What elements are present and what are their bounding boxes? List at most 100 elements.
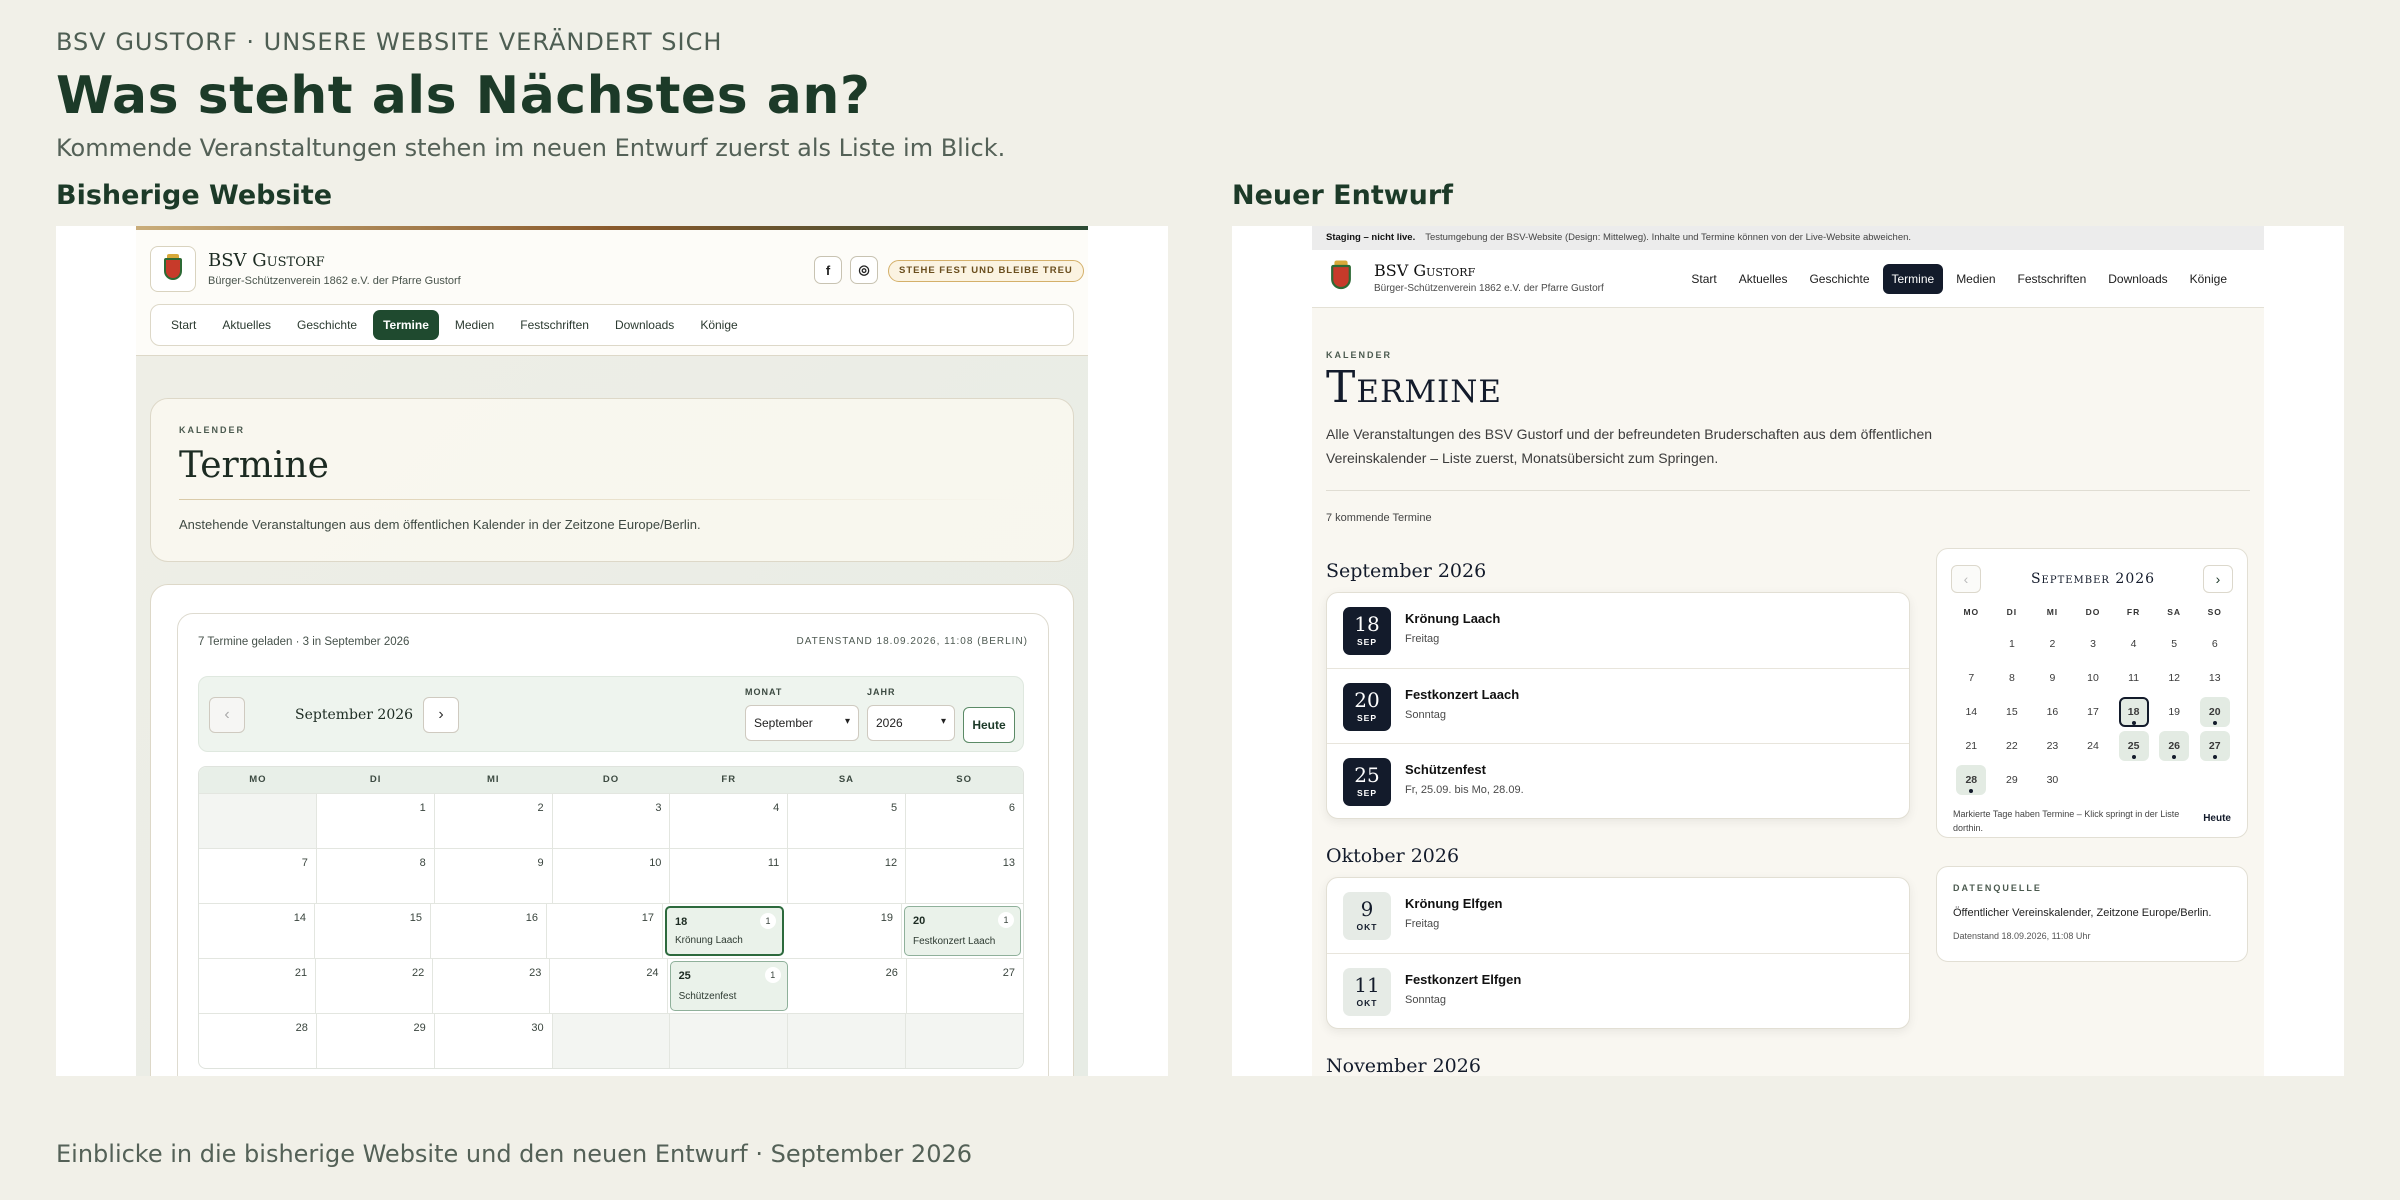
- weekday-label: SO: [956, 774, 973, 785]
- nav-item-medien[interactable]: Medien: [445, 310, 504, 340]
- old-data-stand: DATENSTAND 18.09.2026, 11:08 (BERLIN): [796, 636, 1028, 647]
- mini-day-cell: [2194, 765, 2235, 799]
- facebook-icon[interactable]: f: [814, 256, 842, 284]
- instagram-icon[interactable]: ◎: [850, 256, 878, 284]
- calendar-day[interactable]: 26: [790, 959, 907, 1013]
- nav-item-geschichte[interactable]: Geschichte: [1800, 264, 1878, 294]
- mini-event-day[interactable]: 18: [2118, 697, 2149, 727]
- old-brand-name[interactable]: BSV Gustorf: [208, 250, 325, 271]
- nav-item-festschriften[interactable]: Festschriften: [510, 310, 599, 340]
- year-select[interactable]: 2026 ▾: [867, 705, 955, 741]
- calendar-day[interactable]: 2: [435, 794, 553, 848]
- nav-item-geschichte[interactable]: Geschichte: [287, 310, 367, 340]
- calendar-day[interactable]: 30: [435, 1014, 553, 1068]
- event-list-item[interactable]: 11 OKT Festkonzert Elfgen Sonntag: [1327, 953, 1909, 1028]
- event-title[interactable]: Festkonzert Laach: [913, 936, 995, 947]
- date-month: SEP: [1356, 713, 1377, 723]
- year-field-label: JAHR: [867, 687, 896, 697]
- calendar-day[interactable]: 7: [199, 849, 317, 903]
- new-description: Alle Veranstaltungen des BSV Gustorf und…: [1326, 426, 1933, 466]
- nav-item-termine[interactable]: Termine: [373, 310, 439, 340]
- calendar-event-day[interactable]: 25 1 Schützenfest: [669, 961, 788, 1011]
- calendar-day[interactable]: 19: [786, 904, 902, 958]
- nav-item-medien[interactable]: Medien: [1947, 264, 2004, 294]
- mini-event-day[interactable]: 20: [2199, 697, 2230, 727]
- calendar-day[interactable]: 24: [550, 959, 668, 1013]
- nav-item-termine[interactable]: Termine: [1882, 264, 1944, 294]
- mini-next-month-button[interactable]: ›: [2203, 565, 2233, 593]
- calendar-day[interactable]: 29: [317, 1014, 435, 1068]
- calendar-day[interactable]: 14: [199, 904, 315, 958]
- day-number: 18: [675, 916, 688, 928]
- calendar-day[interactable]: 28: [199, 1014, 317, 1068]
- new-page-heading: Termine: [1326, 362, 1503, 413]
- new-brand-name[interactable]: BSV Gustorf: [1374, 261, 1475, 280]
- new-main-nav: Start Aktuelles Geschichte Termine Medien Fes…: [1682, 264, 2236, 294]
- calendar-day[interactable]: 13: [906, 849, 1023, 903]
- nav-item-start[interactable]: Start: [1682, 264, 1725, 294]
- mini-day: 10: [2087, 672, 2099, 684]
- calendar-day[interactable]: 12: [788, 849, 907, 903]
- mini-month-grid: MO DI MI DO FR SA SO 1 2 3 4 5 6 7 8 9 10 11 12 13 14 15 16 17 1…: [1951, 607, 2235, 799]
- event-list-item[interactable]: 18 SEP Krönung Laach Freitag: [1327, 593, 1909, 668]
- mini-day-cell: 3: [2073, 629, 2114, 663]
- mini-week-row: 14 15 16 17 18 19 20: [1951, 697, 2235, 731]
- weekday-label: SA: [838, 774, 855, 785]
- mini-today-button[interactable]: Heute: [2203, 813, 2231, 824]
- mini-event-day[interactable]: 26: [2159, 731, 2190, 761]
- calendar-day[interactable]: 3: [553, 794, 671, 848]
- mini-day: 6: [2211, 638, 2218, 650]
- crest-logo-icon[interactable]: [1326, 260, 1356, 292]
- nav-item-aktuelles[interactable]: Aktuelles: [212, 310, 281, 340]
- month-heading: Oktober 2026: [1326, 845, 1460, 867]
- calendar-event-day[interactable]: 18 1 Krönung Laach: [665, 906, 784, 956]
- nav-item-aktuelles[interactable]: Aktuelles: [1730, 264, 1797, 294]
- calendar-event-day[interactable]: 20 1 Festkonzert Laach: [904, 906, 1021, 956]
- nav-item-könige[interactable]: Könige: [2181, 264, 2236, 294]
- calendar-day[interactable]: 6: [906, 794, 1023, 848]
- mini-day: 4: [2130, 638, 2137, 650]
- calendar-day[interactable]: 11: [670, 849, 789, 903]
- nav-item-festschriften[interactable]: Festschriften: [2009, 264, 2096, 294]
- mini-day: 12: [2168, 672, 2181, 684]
- month-heading: September 2026: [1326, 560, 1487, 582]
- event-list-item[interactable]: 9 OKT Krönung Elfgen Freitag: [1327, 878, 1909, 953]
- calendar-week-row: 21 22 23 24 25 1 Schützenfest 26 27: [199, 958, 1023, 1013]
- month-select[interactable]: September ▾: [745, 705, 859, 741]
- calendar-day[interactable]: 23: [433, 959, 551, 1013]
- mini-event-day[interactable]: 25: [2118, 731, 2149, 761]
- old-calendar-controls: ‹ September 2026 › MONAT September ▾ JAHR…: [198, 676, 1024, 752]
- crest-logo-icon[interactable]: [150, 246, 196, 292]
- calendar-day: [199, 794, 317, 848]
- prev-month-button[interactable]: ‹: [209, 697, 245, 733]
- nav-item-könige[interactable]: Könige: [690, 310, 747, 340]
- calendar-day[interactable]: 4: [670, 794, 789, 848]
- calendar-day[interactable]: 17: [547, 904, 663, 958]
- event-list-item[interactable]: 20 SEP Festkonzert Laach Sonntag: [1327, 668, 1909, 743]
- nav-item-start[interactable]: Start: [161, 310, 206, 340]
- calendar-day[interactable]: 21: [199, 959, 317, 1013]
- calendar-day[interactable]: 22: [316, 959, 434, 1013]
- calendar-day[interactable]: 10: [553, 849, 671, 903]
- mini-day-cell: 8: [1992, 663, 2033, 697]
- calendar-day[interactable]: 8: [317, 849, 435, 903]
- calendar-day[interactable]: 9: [435, 849, 553, 903]
- calendar-day[interactable]: 1: [317, 794, 435, 848]
- mini-calendar: ‹ September 2026 › MO DI MI DO FR SA SO 1 2 3 4 5 6 7…: [1936, 548, 2248, 838]
- mini-event-day[interactable]: 28: [1956, 765, 1987, 795]
- event-title[interactable]: Krönung Laach: [675, 935, 743, 946]
- day-number: 10: [649, 857, 662, 869]
- today-button[interactable]: Heute: [963, 707, 1015, 743]
- event-title[interactable]: Schützenfest: [679, 991, 737, 1002]
- event-list-item[interactable]: 25 SEP Schützenfest Fr, 25.09. bis Mo, 28.0…: [1327, 743, 1909, 818]
- mini-day: 5: [2171, 638, 2178, 650]
- mini-day-cell: 15: [1992, 697, 2033, 731]
- calendar-day[interactable]: 16: [431, 904, 547, 958]
- mini-event-day[interactable]: 27: [2199, 731, 2230, 761]
- next-month-button[interactable]: ›: [423, 697, 459, 733]
- calendar-day[interactable]: 5: [788, 794, 907, 848]
- calendar-day[interactable]: 27: [907, 959, 1023, 1013]
- calendar-day[interactable]: 15: [315, 904, 431, 958]
- nav-item-downloads[interactable]: Downloads: [605, 310, 684, 340]
- nav-item-downloads[interactable]: Downloads: [2099, 264, 2176, 294]
